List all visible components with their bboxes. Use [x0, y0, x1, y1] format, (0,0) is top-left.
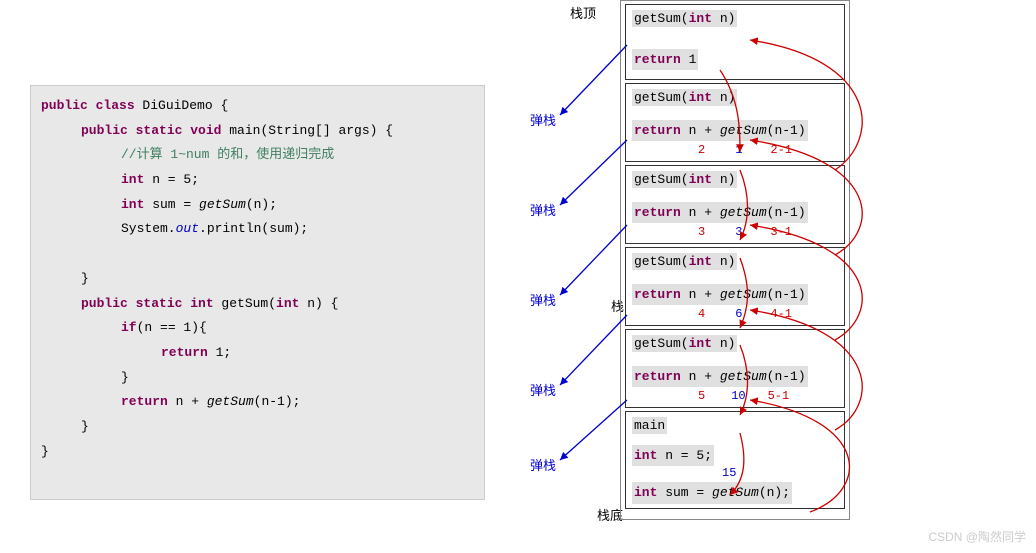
watermark: CSDN @陶然同学 — [928, 528, 1026, 545]
pop-label: 弹栈 — [530, 290, 556, 309]
pop-label: 弹栈 — [530, 110, 556, 129]
code-line: public class DiGuiDemo { — [41, 94, 474, 119]
code-block: public class DiGuiDemo { public static v… — [30, 85, 485, 500]
stack-frame: getSum(int n) return n + getSum(n-1) 333… — [625, 165, 845, 244]
stack-frame: getSum(int n) return 1 — [625, 4, 845, 80]
stack-frame: getSum(int n) return n + getSum(n-1) 510… — [625, 329, 845, 408]
stack-outer: getSum(int n) return 1 getSum(int n) ret… — [620, 0, 850, 520]
stack-frame: getSum(int n) return n + getSum(n-1) 212… — [625, 83, 845, 162]
pop-label: 弹栈 — [530, 200, 556, 219]
pop-label: 弹栈 — [530, 455, 556, 474]
stack-frame: getSum(int n) return n + getSum(n-1) 464… — [625, 247, 845, 326]
pop-label: 弹栈 — [530, 380, 556, 399]
stack-top-label: 栈顶 — [570, 3, 596, 22]
frame-signature: getSum(int n) — [632, 10, 737, 27]
stack-area: getSum(int n) return 1 getSum(int n) ret… — [620, 0, 860, 540]
stack-frame-main: main int n = 5; 15 int sum = getSum(n); — [625, 411, 845, 509]
